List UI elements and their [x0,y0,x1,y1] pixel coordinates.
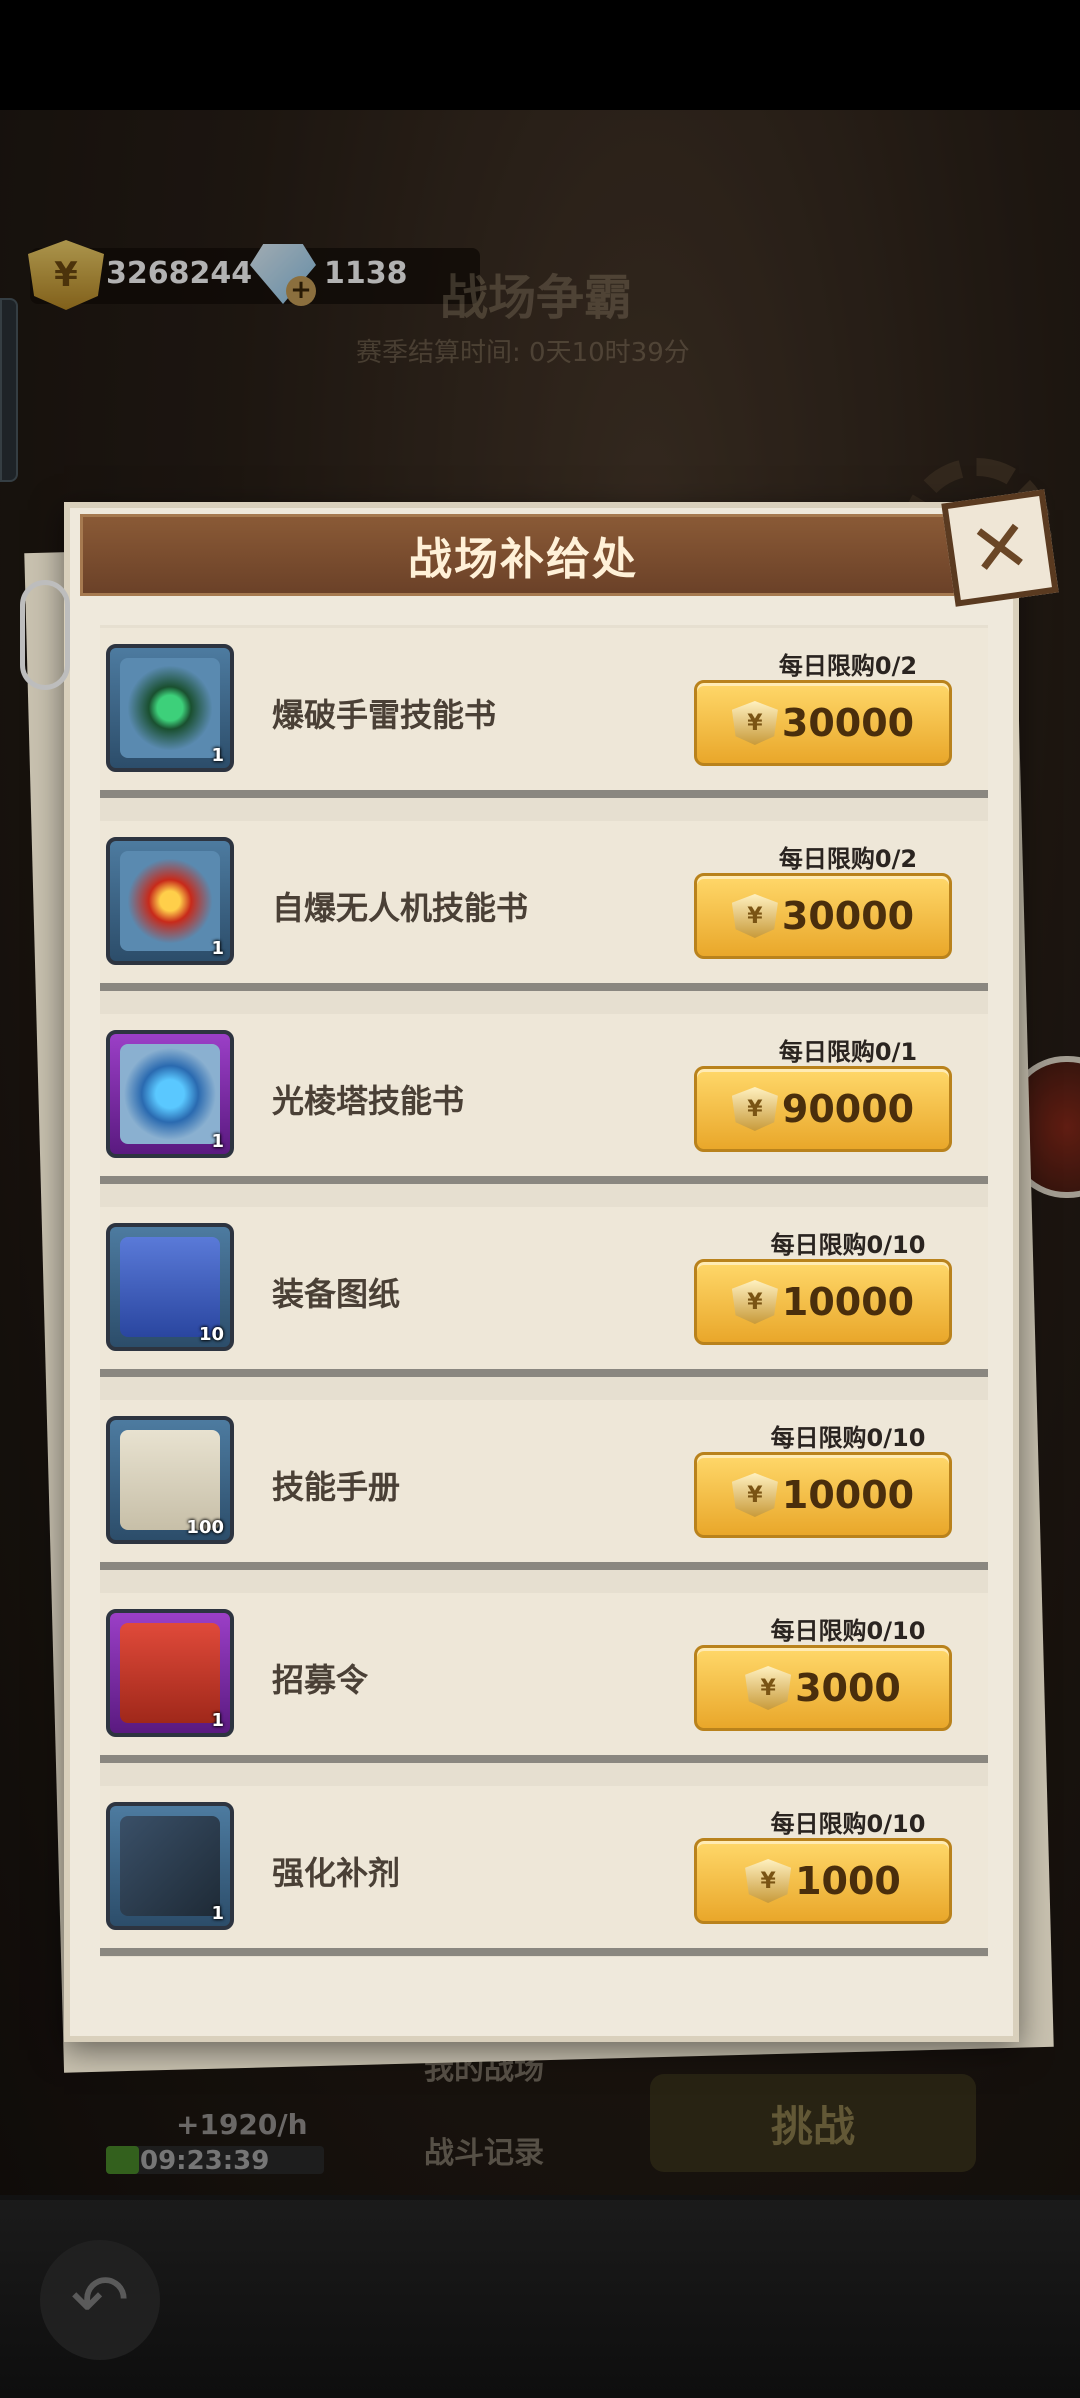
buy-button[interactable]: ¥ 1000 [694,1838,952,1924]
drone-skill-book-icon [120,851,220,951]
item-price: 10000 [781,1473,915,1517]
gold-coin-icon: ¥ [731,894,778,938]
buy-button[interactable]: ¥ 30000 [694,873,952,959]
grenade-skill-book-icon [120,658,220,758]
recruit-order-icon [120,1623,220,1723]
item-name: 爆破手雷技能书 [272,696,497,734]
item-name: 装备图纸 [272,1275,401,1313]
shop-item-row: 1 爆破手雷技能书 每日限购0/2 ¥ 30000 [100,628,988,798]
back-button[interactable]: ↶ [40,2240,160,2360]
enhance-syringe-icon [120,1816,220,1916]
item-price: 30000 [781,894,915,938]
modal-title: 战场补给处 [408,534,638,585]
gold-coin-icon: ¥ [745,1859,792,1903]
item-name: 强化补剂 [272,1854,401,1892]
gold-coin-icon: ¥ [731,701,778,745]
item-price: 3000 [795,1666,901,1710]
bottom-bar [0,2195,1080,2398]
buy-button[interactable]: ¥ 90000 [694,1066,952,1152]
shop-item-row: 1 自爆无人机技能书 每日限购0/2 ¥ 30000 [100,821,988,991]
gold-coin-icon: ¥ [745,1666,792,1710]
item-slot[interactable]: 1 [106,644,234,772]
purchase-limit: 每日限购0/2 [778,845,918,873]
item-slot[interactable]: 1 [106,1802,234,1930]
back-arrow-icon: ↶ [70,2259,130,2341]
item-price: 90000 [781,1087,915,1131]
gold-coin-icon: ¥ [731,1087,778,1131]
item-quantity: 1 [211,1903,224,1924]
item-quantity: 10 [198,1324,224,1345]
item-quantity: 1 [211,1131,224,1152]
item-price: 30000 [781,701,915,745]
modal-header: 战场补给处 [80,514,966,596]
blueprint-icon [120,1237,220,1337]
shop-item-row: 100 技能手册 每日限购0/10 ¥ 10000 [100,1400,988,1570]
item-slot[interactable]: 1 [106,1030,234,1158]
item-price: 10000 [781,1280,915,1324]
item-name: 光棱塔技能书 [272,1082,465,1120]
prism-tower-skill-book-icon [120,1044,220,1144]
item-name: 招募令 [272,1661,369,1699]
buy-button[interactable]: ¥ 10000 [694,1259,952,1345]
paperclip-icon [20,580,70,690]
item-quantity: 1 [211,745,224,766]
gold-coin-icon: ¥ [731,1473,778,1517]
purchase-limit: 每日限购0/10 [770,1617,926,1645]
shop-item-row: 1 光棱塔技能书 每日限购0/1 ¥ 90000 [100,1014,988,1184]
buy-button[interactable]: ¥ 3000 [694,1645,952,1731]
shop-item-row: 10 装备图纸 每日限购0/10 ¥ 10000 [100,1207,988,1377]
shop-item-row: 1 强化补剂 每日限购0/10 ¥ 1000 [100,1786,988,1956]
item-quantity: 100 [186,1517,224,1538]
item-quantity: 1 [211,1710,224,1731]
buy-button[interactable]: ¥ 10000 [694,1452,952,1538]
item-slot[interactable]: 100 [106,1416,234,1544]
item-slot[interactable]: 10 [106,1223,234,1351]
purchase-limit: 每日限购0/2 [778,652,918,680]
close-icon: ✕ [964,502,1036,594]
gold-coin-icon: ¥ [731,1280,778,1324]
purchase-limit: 每日限购0/1 [778,1038,918,1066]
item-slot[interactable]: 1 [106,837,234,965]
purchase-limit: 每日限购0/10 [770,1810,926,1838]
skill-manual-icon [120,1430,220,1530]
purchase-limit: 每日限购0/10 [770,1231,926,1259]
buy-button[interactable]: ¥ 30000 [694,680,952,766]
shop-item-row: 1 招募令 每日限购0/10 ¥ 3000 [100,1593,988,1763]
close-button[interactable]: ✕ [941,489,1059,607]
item-quantity: 1 [211,938,224,959]
item-slot[interactable]: 1 [106,1609,234,1737]
item-name: 技能手册 [272,1468,401,1506]
item-price: 1000 [795,1859,901,1903]
item-name: 自爆无人机技能书 [272,889,529,927]
purchase-limit: 每日限购0/10 [770,1424,926,1452]
